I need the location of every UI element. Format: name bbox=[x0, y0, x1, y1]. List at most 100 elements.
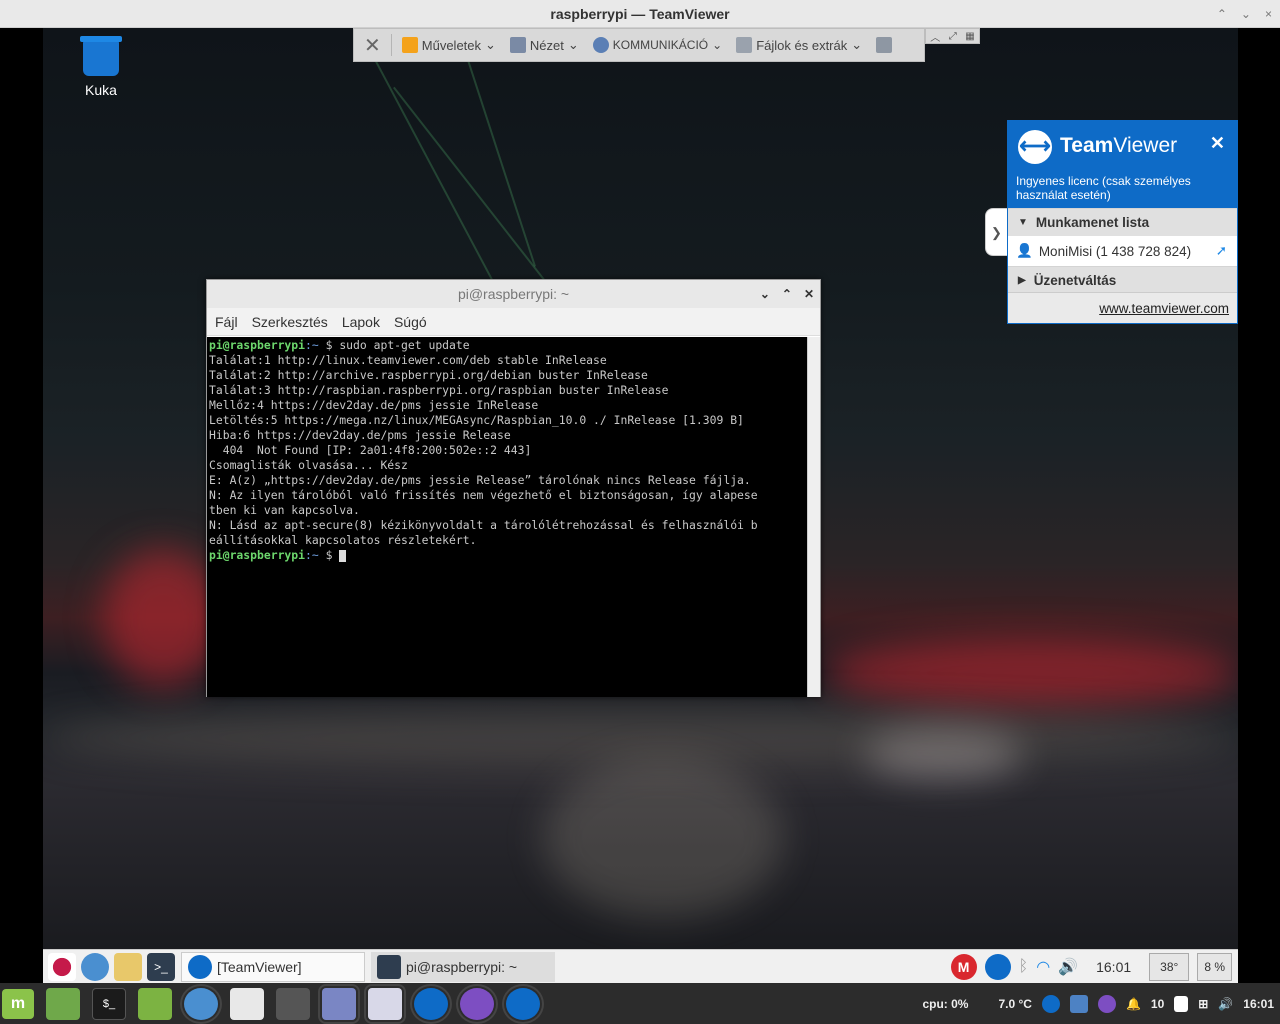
panel-toggle-button[interactable]: ❯ bbox=[985, 208, 1007, 256]
terminal-text: sudo apt-get update bbox=[339, 338, 470, 352]
terminal-line: N: Lásd az apt-secure(8) kézikönyvoldalt… bbox=[209, 518, 805, 533]
viber-tray-icon[interactable] bbox=[1097, 994, 1116, 1013]
mega-icon[interactable]: M bbox=[950, 954, 977, 980]
folder-icon[interactable] bbox=[138, 987, 172, 1020]
panel-close-button[interactable]: ✕ bbox=[1210, 133, 1225, 154]
communication-menu[interactable]: KOMMUNIKÁCIÓ ⌄ bbox=[589, 37, 726, 53]
teamviewer-logo-icon bbox=[1018, 130, 1052, 164]
shield-icon[interactable] bbox=[1069, 994, 1088, 1013]
maximize-button[interactable]: ⌄ bbox=[1241, 7, 1251, 21]
window-controls: ⌃ ⌄ × bbox=[1217, 0, 1272, 28]
show-desktop-icon[interactable] bbox=[46, 987, 80, 1020]
teamviewer-tray-icon[interactable] bbox=[984, 954, 1011, 980]
taskbar-terminal[interactable]: pi@raspberrypi: ~ bbox=[371, 951, 555, 982]
terminal-maximize-icon[interactable]: ⌃ bbox=[782, 280, 792, 308]
terminal-titlebar[interactable]: pi@raspberrypi: ~ ⌄ ⌃ ✕ bbox=[207, 280, 820, 308]
teamviewer-app-icon[interactable] bbox=[410, 983, 452, 1024]
teamviewer-session-icon[interactable] bbox=[502, 983, 544, 1024]
viber-icon[interactable] bbox=[456, 983, 498, 1024]
files-menu[interactable]: Fájlok és extrák ⌄ bbox=[732, 37, 866, 53]
trash-desktop-icon[interactable]: Kuka bbox=[76, 36, 126, 98]
window-title: raspberrypi — TeamViewer bbox=[0, 0, 1280, 28]
terminal-text: N: Az ilyen tárolóból való frissítés nem… bbox=[209, 488, 758, 502]
terminal-close-icon[interactable]: ✕ bbox=[804, 280, 814, 308]
clock[interactable]: 16:01 bbox=[1096, 959, 1131, 975]
terminal-line: pi@raspberrypi:~ $ bbox=[209, 548, 805, 563]
volume-icon[interactable]: 🔊 bbox=[1058, 957, 1078, 977]
menu-file[interactable]: Fájl bbox=[215, 314, 238, 330]
terminal-path: :~ bbox=[305, 548, 319, 562]
monitor-icon bbox=[509, 37, 526, 53]
actions-menu[interactable]: Műveletek ⌄ bbox=[398, 37, 500, 53]
terminal-text: E: A(z) „https://dev2day.de/pms jessie R… bbox=[209, 473, 751, 487]
terminal-scrollbar[interactable] bbox=[807, 337, 820, 697]
terminal-prompt: pi@raspberrypi bbox=[209, 548, 306, 562]
taskbar-teamviewer[interactable]: [TeamViewer] bbox=[181, 951, 365, 982]
terminal-text: Találat:1 http://linux.teamviewer.com/de… bbox=[209, 353, 607, 367]
teamviewer-tray-icon[interactable] bbox=[1041, 994, 1060, 1013]
terminal-line: N: Az ilyen tárolóból való frissítés nem… bbox=[209, 488, 805, 503]
teamviewer-icon bbox=[188, 954, 212, 979]
chat-header[interactable]: ▶ Üzenetváltás bbox=[1008, 266, 1237, 294]
close-session-button[interactable]: ✕ bbox=[360, 33, 385, 58]
host-clock[interactable]: 16:01 bbox=[1243, 997, 1274, 1011]
trash-icon bbox=[80, 36, 122, 76]
calculator-icon[interactable] bbox=[276, 987, 310, 1020]
view-menu[interactable]: Nézet ⌄ bbox=[506, 37, 583, 53]
temperature-monitor: 38° bbox=[1149, 953, 1190, 981]
terminal-text: Találat:2 http://archive.raspberrypi.org… bbox=[209, 368, 648, 382]
terminal-line: eállításokkal kapcsolatos részletekért. bbox=[209, 533, 805, 548]
session-entry[interactable]: 👤 MoniMisi (1 438 728 824) ➚ bbox=[1008, 236, 1237, 266]
teamviewer-brand: TeamViewer bbox=[1060, 134, 1178, 157]
terminal-text: tben ki van kapcsolva. bbox=[209, 503, 360, 517]
fullscreen-icon[interactable]: ⤢ bbox=[949, 31, 957, 42]
terminal-menubar: Fájl Szerkesztés Lapok Súgó bbox=[207, 308, 820, 336]
lightning-icon bbox=[401, 37, 418, 53]
teamviewer-link[interactable]: www.teamviewer.com bbox=[1008, 292, 1237, 323]
chevron-down-icon: ⌄ bbox=[485, 37, 496, 52]
update-icon[interactable] bbox=[1174, 995, 1189, 1012]
terminal-output[interactable]: pi@raspberrypi:~ $ sudo apt-get update Ta… bbox=[207, 337, 807, 697]
bell-icon[interactable]: 🔔 bbox=[1126, 997, 1141, 1011]
host-taskbar: m $_ cpu: 0% 7.0 °C 🔔 10 ⊞ 🔊 16:01 bbox=[0, 983, 1280, 1024]
cursor-icon: ➚ bbox=[1215, 243, 1227, 258]
terminal-line: Találat:1 http://linux.teamviewer.com/de… bbox=[209, 353, 805, 368]
menu-help[interactable]: Súgó bbox=[394, 314, 427, 330]
terminal-text: N: Lásd az apt-secure(8) kézikönyvoldalt… bbox=[209, 518, 758, 532]
session-list-header[interactable]: ▼ Munkamenet lista bbox=[1008, 208, 1237, 236]
menu-edit[interactable]: Szerkesztés bbox=[252, 314, 328, 330]
grid-icon[interactable]: ▦ bbox=[965, 31, 974, 42]
screenshot-icon[interactable] bbox=[318, 983, 360, 1024]
menu-tabs[interactable]: Lapok bbox=[342, 314, 380, 330]
cpu-temp: 7.0 °C bbox=[998, 996, 1032, 1011]
document-icon[interactable] bbox=[230, 987, 264, 1020]
raspberry-menu-icon[interactable] bbox=[48, 952, 76, 981]
terminal-minimize-icon[interactable]: ⌄ bbox=[760, 280, 770, 308]
wifi-icon[interactable]: ◠ bbox=[1036, 957, 1050, 977]
remote-desktop[interactable]: ✕ Műveletek ⌄ Nézet ⌄ KOMMUNIKÁCIÓ ⌄ Fájlok… bbox=[43, 28, 1238, 949]
terminal-text: eállításokkal kapcsolatos részletekért. bbox=[209, 533, 477, 547]
browser-icon[interactable] bbox=[81, 952, 109, 981]
bluetooth-icon[interactable]: ᛒ bbox=[1019, 958, 1029, 976]
terminal-app-icon[interactable]: $_ bbox=[92, 987, 126, 1020]
collapse-toolbar-icon[interactable]: ︿ bbox=[930, 29, 940, 44]
terminal-prompt: pi@raspberrypi bbox=[209, 338, 306, 352]
text-editor-icon[interactable] bbox=[364, 983, 406, 1024]
mint-menu-icon[interactable]: m bbox=[2, 988, 34, 1019]
files-icon[interactable] bbox=[114, 952, 142, 981]
volume-tray-icon[interactable]: 🔊 bbox=[1218, 997, 1233, 1011]
chevron-down-icon: ⌄ bbox=[567, 37, 579, 52]
terminal-text: Találat:3 http://raspbian.raspberrypi.or… bbox=[209, 383, 669, 397]
phone-icon bbox=[592, 37, 609, 53]
network-icon[interactable]: ⊞ bbox=[1198, 997, 1208, 1011]
terminal-line: Letöltés:5 https://mega.nz/linux/MEGAsyn… bbox=[209, 413, 805, 428]
triangle-down-icon: ▼ bbox=[1018, 217, 1028, 228]
chromium-icon[interactable] bbox=[180, 983, 222, 1024]
terminal-line: Találat:2 http://archive.raspberrypi.org… bbox=[209, 368, 805, 383]
close-button[interactable]: × bbox=[1265, 7, 1272, 21]
terminal-icon[interactable]: >_ bbox=[147, 952, 175, 981]
minimize-button[interactable]: ⌃ bbox=[1217, 7, 1227, 21]
switch-sides-button[interactable] bbox=[872, 37, 896, 53]
terminal-text: Csomaglisták olvasása... Kész bbox=[209, 458, 408, 472]
user-icon: 👤 bbox=[1016, 243, 1033, 258]
